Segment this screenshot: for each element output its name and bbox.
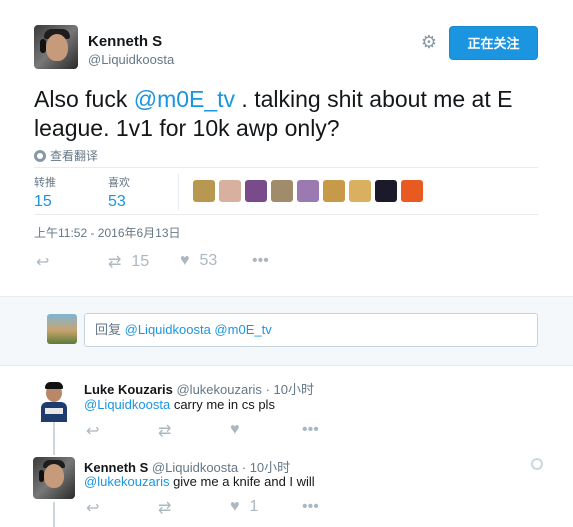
tweet-text-start: Also fuck <box>34 86 134 112</box>
reply-prefix: 回复 <box>95 322 125 337</box>
reply-mention-link[interactable]: @lukekouzaris <box>84 474 169 489</box>
liker-avatar[interactable] <box>401 180 423 202</box>
more-action[interactable]: ••• <box>302 421 329 439</box>
thread-line <box>53 502 55 527</box>
like-action[interactable]: ♥ 1 <box>230 498 258 516</box>
reply-author-name[interactable]: Luke Kouzaris @lukekouzaris · 10小时 <box>84 379 314 398</box>
translate-link[interactable]: 查看翻译 <box>34 147 98 164</box>
liker-avatar[interactable] <box>323 180 345 202</box>
likes-count: 53 <box>108 193 126 210</box>
globe-icon <box>34 149 46 162</box>
divider <box>34 214 538 215</box>
reply-input[interactable]: 回复 @Liquidkoosta @m0E_tv <box>84 313 538 347</box>
reply-icon: ↩ <box>86 500 100 517</box>
likers-avatars <box>193 180 427 202</box>
retweet-action[interactable]: ⇄ <box>158 498 181 518</box>
reply-icon: ↩ <box>36 254 50 271</box>
reply-author-display-name: Kenneth S <box>84 460 149 475</box>
reply-text: @lukekouzaris give me a knife and I will <box>84 474 315 489</box>
thread-line <box>53 447 55 455</box>
liker-avatar[interactable] <box>193 180 215 202</box>
retweets-count: 15 <box>34 193 52 210</box>
reply-icon: ↩ <box>86 423 100 440</box>
liker-avatar[interactable] <box>271 180 293 202</box>
reply-time[interactable]: · 10小时 <box>242 460 290 475</box>
author-name[interactable]: Kenneth S <box>88 33 162 50</box>
liker-avatar[interactable] <box>297 180 319 202</box>
divider <box>34 167 538 168</box>
gear-icon[interactable]: ⚙ <box>420 33 438 51</box>
reply-action[interactable]: ↩ <box>36 252 59 272</box>
current-user-avatar <box>47 314 77 344</box>
heart-icon: ♥ <box>230 421 240 438</box>
translate-label: 查看翻译 <box>50 149 99 163</box>
reply-author-avatar[interactable] <box>33 457 75 499</box>
likes-stat[interactable]: 喜欢 53 <box>108 174 130 211</box>
like-action[interactable]: ♥ <box>230 421 250 439</box>
reply-author-handle: @Liquidkoosta <box>151 460 239 475</box>
like-action-count: 1 <box>249 498 259 515</box>
reply-text: @Liquidkoosta carry me in cs pls <box>84 397 275 412</box>
author-handle[interactable]: @Liquidkoosta <box>88 52 174 67</box>
like-action[interactable]: ♥ 53 <box>180 252 217 270</box>
author-avatar[interactable] <box>34 25 78 69</box>
reply-action[interactable]: ↩ <box>86 421 109 441</box>
reply-body: give me a knife and I will <box>169 474 315 489</box>
more-icon: ••• <box>252 252 269 269</box>
more-action[interactable]: ••• <box>252 252 279 270</box>
reply-time[interactable]: · 10小时 <box>266 382 314 397</box>
liker-avatar[interactable] <box>349 180 371 202</box>
heart-icon: ♥ <box>180 252 190 269</box>
retweets-label: 转推 <box>34 177 56 189</box>
thread-line <box>53 422 55 447</box>
more-icon: ••• <box>302 498 319 515</box>
reply-author-display-name: Luke Kouzaris <box>84 382 173 397</box>
reply-tweet[interactable]: Luke Kouzaris @lukekouzaris · 10小时 @Liqu… <box>0 367 573 447</box>
reply-tweet[interactable]: Kenneth S @Liquidkoosta · 10小时 @lukekouz… <box>0 447 573 527</box>
more-icon: ••• <box>302 421 319 438</box>
liker-avatar[interactable] <box>245 180 267 202</box>
like-action-count: 53 <box>199 252 218 269</box>
reply-author-avatar[interactable] <box>33 380 75 422</box>
heart-icon: ♥ <box>230 498 240 515</box>
reply-mention-link[interactable]: @Liquidkoosta <box>84 397 170 412</box>
retweet-action[interactable]: ⇄ 15 <box>108 252 149 272</box>
reply-action[interactable]: ↩ <box>86 498 109 518</box>
reply-mentions: @Liquidkoosta @m0E_tv <box>124 322 272 337</box>
retweet-action-count: 15 <box>131 253 150 270</box>
globe-icon[interactable] <box>531 458 543 470</box>
main-tweet: Kenneth S @Liquidkoosta ⚙ 正在关注 Also fuck… <box>0 0 573 296</box>
tweet-mention-link[interactable]: @m0E_tv <box>134 86 235 112</box>
reply-composer: 回复 @Liquidkoosta @m0E_tv <box>0 296 573 366</box>
following-button[interactable]: 正在关注 <box>449 26 538 60</box>
liker-avatar[interactable] <box>219 180 241 202</box>
reply-author-handle: @lukekouzaris <box>176 382 262 397</box>
more-action[interactable]: ••• <box>302 498 329 516</box>
tweet-text: Also fuck @m0E_tv . talking shit about m… <box>34 85 554 143</box>
retweet-action[interactable]: ⇄ <box>158 421 181 441</box>
likes-label: 喜欢 <box>108 177 130 189</box>
stat-separator <box>178 174 179 210</box>
retweet-icon: ⇄ <box>158 423 172 440</box>
liker-avatar[interactable] <box>375 180 397 202</box>
retweet-icon: ⇄ <box>108 254 122 271</box>
tweet-timestamp[interactable]: 上午11:52 - 2016年6月13日 <box>34 224 181 241</box>
retweets-stat[interactable]: 转推 15 <box>34 174 56 211</box>
retweet-icon: ⇄ <box>158 500 172 517</box>
reply-body: carry me in cs pls <box>170 397 275 412</box>
